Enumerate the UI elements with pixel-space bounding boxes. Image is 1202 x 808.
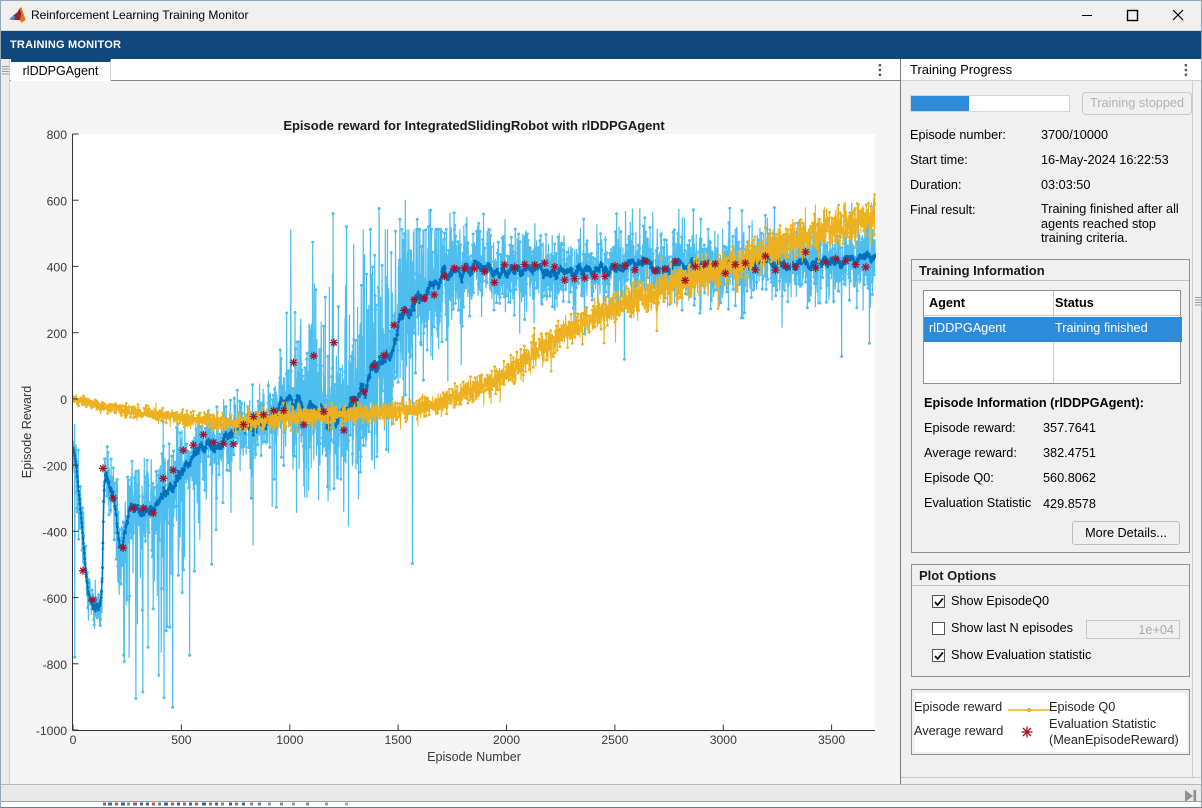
svg-text:2500: 2500 (601, 733, 628, 747)
svg-text:600: 600 (47, 194, 68, 208)
svg-text:-400: -400 (43, 526, 68, 540)
svg-text:500: 500 (171, 733, 192, 747)
svg-text:-1000: -1000 (36, 724, 67, 738)
svg-text:Episode Reward: Episode Reward (20, 386, 34, 478)
svg-text:400: 400 (47, 261, 68, 275)
svg-text:3500: 3500 (818, 733, 845, 747)
svg-text:200: 200 (47, 327, 68, 341)
svg-text:-800: -800 (43, 658, 68, 672)
svg-text:3000: 3000 (710, 733, 737, 747)
svg-text:1000: 1000 (276, 733, 303, 747)
svg-text:2000: 2000 (493, 733, 520, 747)
svg-text:-600: -600 (43, 592, 68, 606)
svg-text:800: 800 (47, 128, 68, 142)
svg-text:1500: 1500 (385, 733, 412, 747)
svg-text:0: 0 (70, 733, 77, 747)
svg-text:Episode reward for IntegratedS: Episode reward for IntegratedSlidingRobo… (283, 118, 665, 133)
svg-text:-200: -200 (43, 459, 68, 473)
svg-text:0: 0 (60, 393, 67, 407)
svg-text:Episode Number: Episode Number (427, 750, 521, 764)
